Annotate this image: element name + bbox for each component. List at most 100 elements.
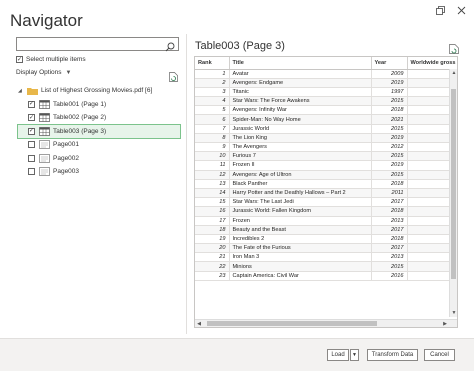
table-cell: 6 — [195, 114, 230, 125]
horizontal-scroll-thumb[interactable] — [207, 321, 377, 326]
load-dropdown-button[interactable]: ▼ — [350, 349, 359, 361]
table-cell: 2017 — [371, 243, 408, 254]
table-row: 22 Minions 2015 — [195, 261, 457, 272]
table-cell: Star Wars: The Force Awakens — [229, 96, 372, 107]
table-cell: 2015 — [371, 96, 408, 107]
tree-item-pdf[interactable]: ◢ List of Highest Grossing Movies.pdf [6… — [18, 84, 180, 98]
table-cell: 2021 — [371, 114, 408, 125]
page-icon — [38, 140, 50, 150]
table-cell: Captain America: Civil War — [229, 271, 372, 281]
table002-checkbox[interactable]: ✓ — [28, 114, 35, 122]
table-row: 4 Star Wars: The Force Awakens 2015 — [195, 96, 457, 107]
table-cell: Minions — [229, 261, 372, 272]
close-icon[interactable] — [453, 2, 469, 18]
tree-item-label: Table002 (Page 2) — [53, 114, 107, 122]
scroll-left-icon[interactable]: ◀ — [195, 320, 203, 327]
table-cell: 2013 — [371, 216, 408, 226]
page003-checkbox[interactable] — [28, 168, 35, 176]
vertical-scroll-thumb[interactable] — [451, 89, 456, 279]
transform-data-button[interactable]: Transform Data — [367, 349, 418, 361]
table-cell: Star Wars: The Last Jedi — [229, 197, 372, 208]
table-cell: Titanic — [229, 87, 372, 98]
horizontal-scrollbar[interactable]: ◀ ▶ — [195, 319, 457, 327]
navigator-dialog: Navigator ✓ Select multiple items Displa… — [0, 0, 474, 371]
scroll-right-icon[interactable]: ▶ — [441, 320, 449, 327]
column-header[interactable]: Year — [371, 57, 408, 70]
preview-title: Table003 (Page 3) — [195, 40, 285, 52]
scroll-up-icon[interactable]: ▲ — [450, 69, 457, 77]
table-cell: 11 — [195, 160, 230, 171]
table-cell: 2019 — [371, 78, 408, 88]
scroll-down-icon[interactable]: ▼ — [450, 309, 457, 317]
table-icon — [38, 99, 50, 109]
tree-item-table003[interactable]: ✓ Table003 (Page 3) — [17, 123, 181, 139]
refresh-file-icon[interactable] — [169, 69, 178, 82]
page001-checkbox[interactable] — [28, 141, 35, 149]
table003-checkbox[interactable]: ✓ — [28, 127, 35, 135]
select-multiple-label: Select multiple items — [26, 56, 86, 63]
tree-item-label: Page002 — [53, 154, 80, 162]
tree-item-table002[interactable]: ✓ Table002 (Page 2) — [18, 111, 180, 125]
tree-item-page002[interactable]: Page002 — [18, 152, 180, 166]
column-header[interactable]: Title — [229, 57, 372, 70]
table-cell: 2015 — [371, 151, 408, 162]
cancel-button[interactable]: Cancel — [424, 349, 455, 361]
table-cell: 2019 — [371, 160, 408, 171]
search-input[interactable] — [16, 37, 179, 52]
table-cell: Harry Potter and the Deathly Hallows – P… — [229, 188, 372, 199]
table-cell: 17 — [195, 216, 230, 226]
select-multiple-checkbox[interactable]: ✓ — [16, 56, 23, 63]
table-cell: 2018 — [371, 206, 408, 217]
page-icon — [38, 153, 50, 163]
table-row: 11 Frozen II 2019 — [195, 160, 457, 171]
column-header[interactable]: Worldwide gross — [407, 57, 457, 70]
table-cell: Jurassic World — [229, 124, 372, 134]
tree-item-table001[interactable]: ✓ Table001 (Page 1) — [18, 98, 180, 112]
vertical-scrollbar[interactable]: ▲ ▼ — [449, 69, 457, 317]
table-cell: 4 — [195, 96, 230, 107]
display-options-label: Display Options — [16, 69, 62, 76]
navigator-tree: ◢ List of Highest Grossing Movies.pdf [6… — [17, 84, 181, 179]
table-cell: 2018 — [371, 234, 408, 245]
table-row: 9 The Avengers 2012 — [195, 142, 457, 153]
table-cell: 2018 — [371, 179, 408, 189]
table-cell: 2015 — [371, 261, 408, 272]
preview-table: Rank Title Year Worldwide gross 1 Avatar 2… — [194, 56, 458, 328]
folder-icon — [26, 86, 38, 95]
load-button[interactable]: Load — [327, 349, 349, 361]
column-header[interactable]: Rank — [195, 57, 230, 70]
table-row: 12 Avengers: Age of Ultron 2015 — [195, 170, 457, 180]
table-row: 15 Star Wars: The Last Jedi 2017 — [195, 197, 457, 208]
table-icon — [38, 113, 50, 123]
page-icon — [38, 167, 50, 177]
restore-icon[interactable] — [432, 2, 448, 18]
table-cell: 13 — [195, 179, 230, 189]
table-row: 23 Captain America: Civil War 2016 — [195, 271, 457, 281]
table-cell: Black Panther — [229, 179, 372, 189]
table-cell: 10 — [195, 151, 230, 162]
table-cell: The Lion King — [229, 133, 372, 144]
expand-triangle-icon[interactable]: ◢ — [18, 88, 26, 94]
tree-item-page003[interactable]: Page003 — [18, 165, 180, 179]
page002-checkbox[interactable] — [28, 154, 35, 162]
table-cell: 2017 — [371, 225, 408, 235]
tree-item-label: Table001 (Page 1) — [53, 100, 107, 108]
table-cell: 16 — [195, 206, 230, 217]
table-cell: 2 — [195, 78, 230, 88]
select-multiple-items[interactable]: ✓ Select multiple items — [16, 56, 86, 63]
table-row: 14 Harry Potter and the Deathly Hallows –… — [195, 188, 457, 199]
search-icon[interactable] — [165, 39, 175, 52]
table001-checkbox[interactable]: ✓ — [28, 100, 35, 108]
table-cell: 5 — [195, 105, 230, 116]
tree-item-label: Page003 — [53, 168, 80, 176]
panel-divider[interactable] — [186, 34, 187, 334]
table-cell: 12 — [195, 170, 230, 180]
tree-item-page001[interactable]: Page001 — [18, 138, 180, 152]
refresh-preview-icon[interactable] — [449, 41, 459, 54]
display-options-dropdown[interactable]: Display Options ▼ — [16, 69, 71, 76]
table-cell: 3 — [195, 87, 230, 98]
table-row: 2 Avengers: Endgame 2019 — [195, 78, 457, 88]
table-cell: 2019 — [371, 133, 408, 144]
table-cell: Frozen — [229, 216, 372, 226]
table-cell: 7 — [195, 124, 230, 134]
